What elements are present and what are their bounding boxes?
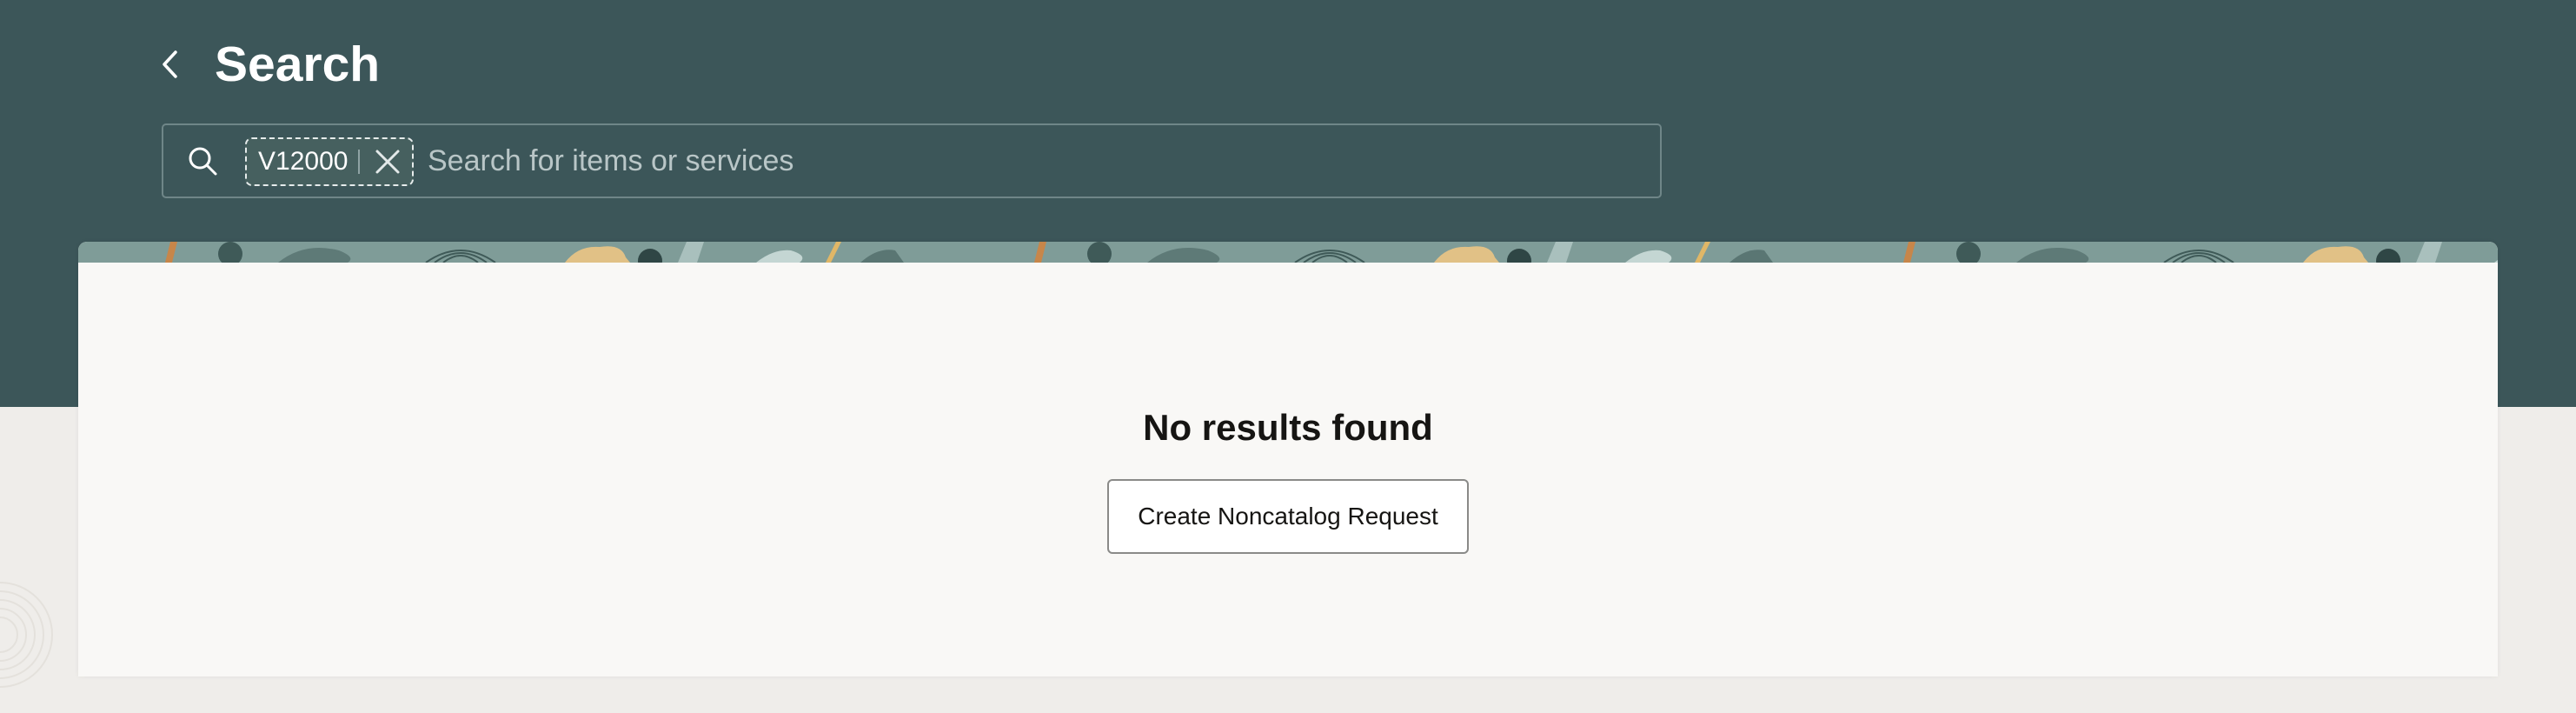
no-results-message: No results found [1143,407,1433,448]
search-icon [189,147,217,176]
search-filter-chip[interactable]: V12000 [245,137,414,186]
results-card: No results found Create Noncatalog Reque… [78,242,2498,676]
close-icon [375,150,400,174]
chip-label: V12000 [258,147,349,176]
search-bar[interactable]: V12000 [162,123,1662,198]
page-title: Search [215,37,381,92]
decorative-banner [78,242,2498,263]
back-button[interactable] [153,45,188,83]
search-input[interactable] [428,134,1636,188]
chip-remove-button[interactable] [370,144,405,179]
chevron-left-icon [163,50,177,78]
create-noncatalog-request-button[interactable]: Create Noncatalog Request [1107,479,1469,554]
chip-divider [358,150,360,174]
